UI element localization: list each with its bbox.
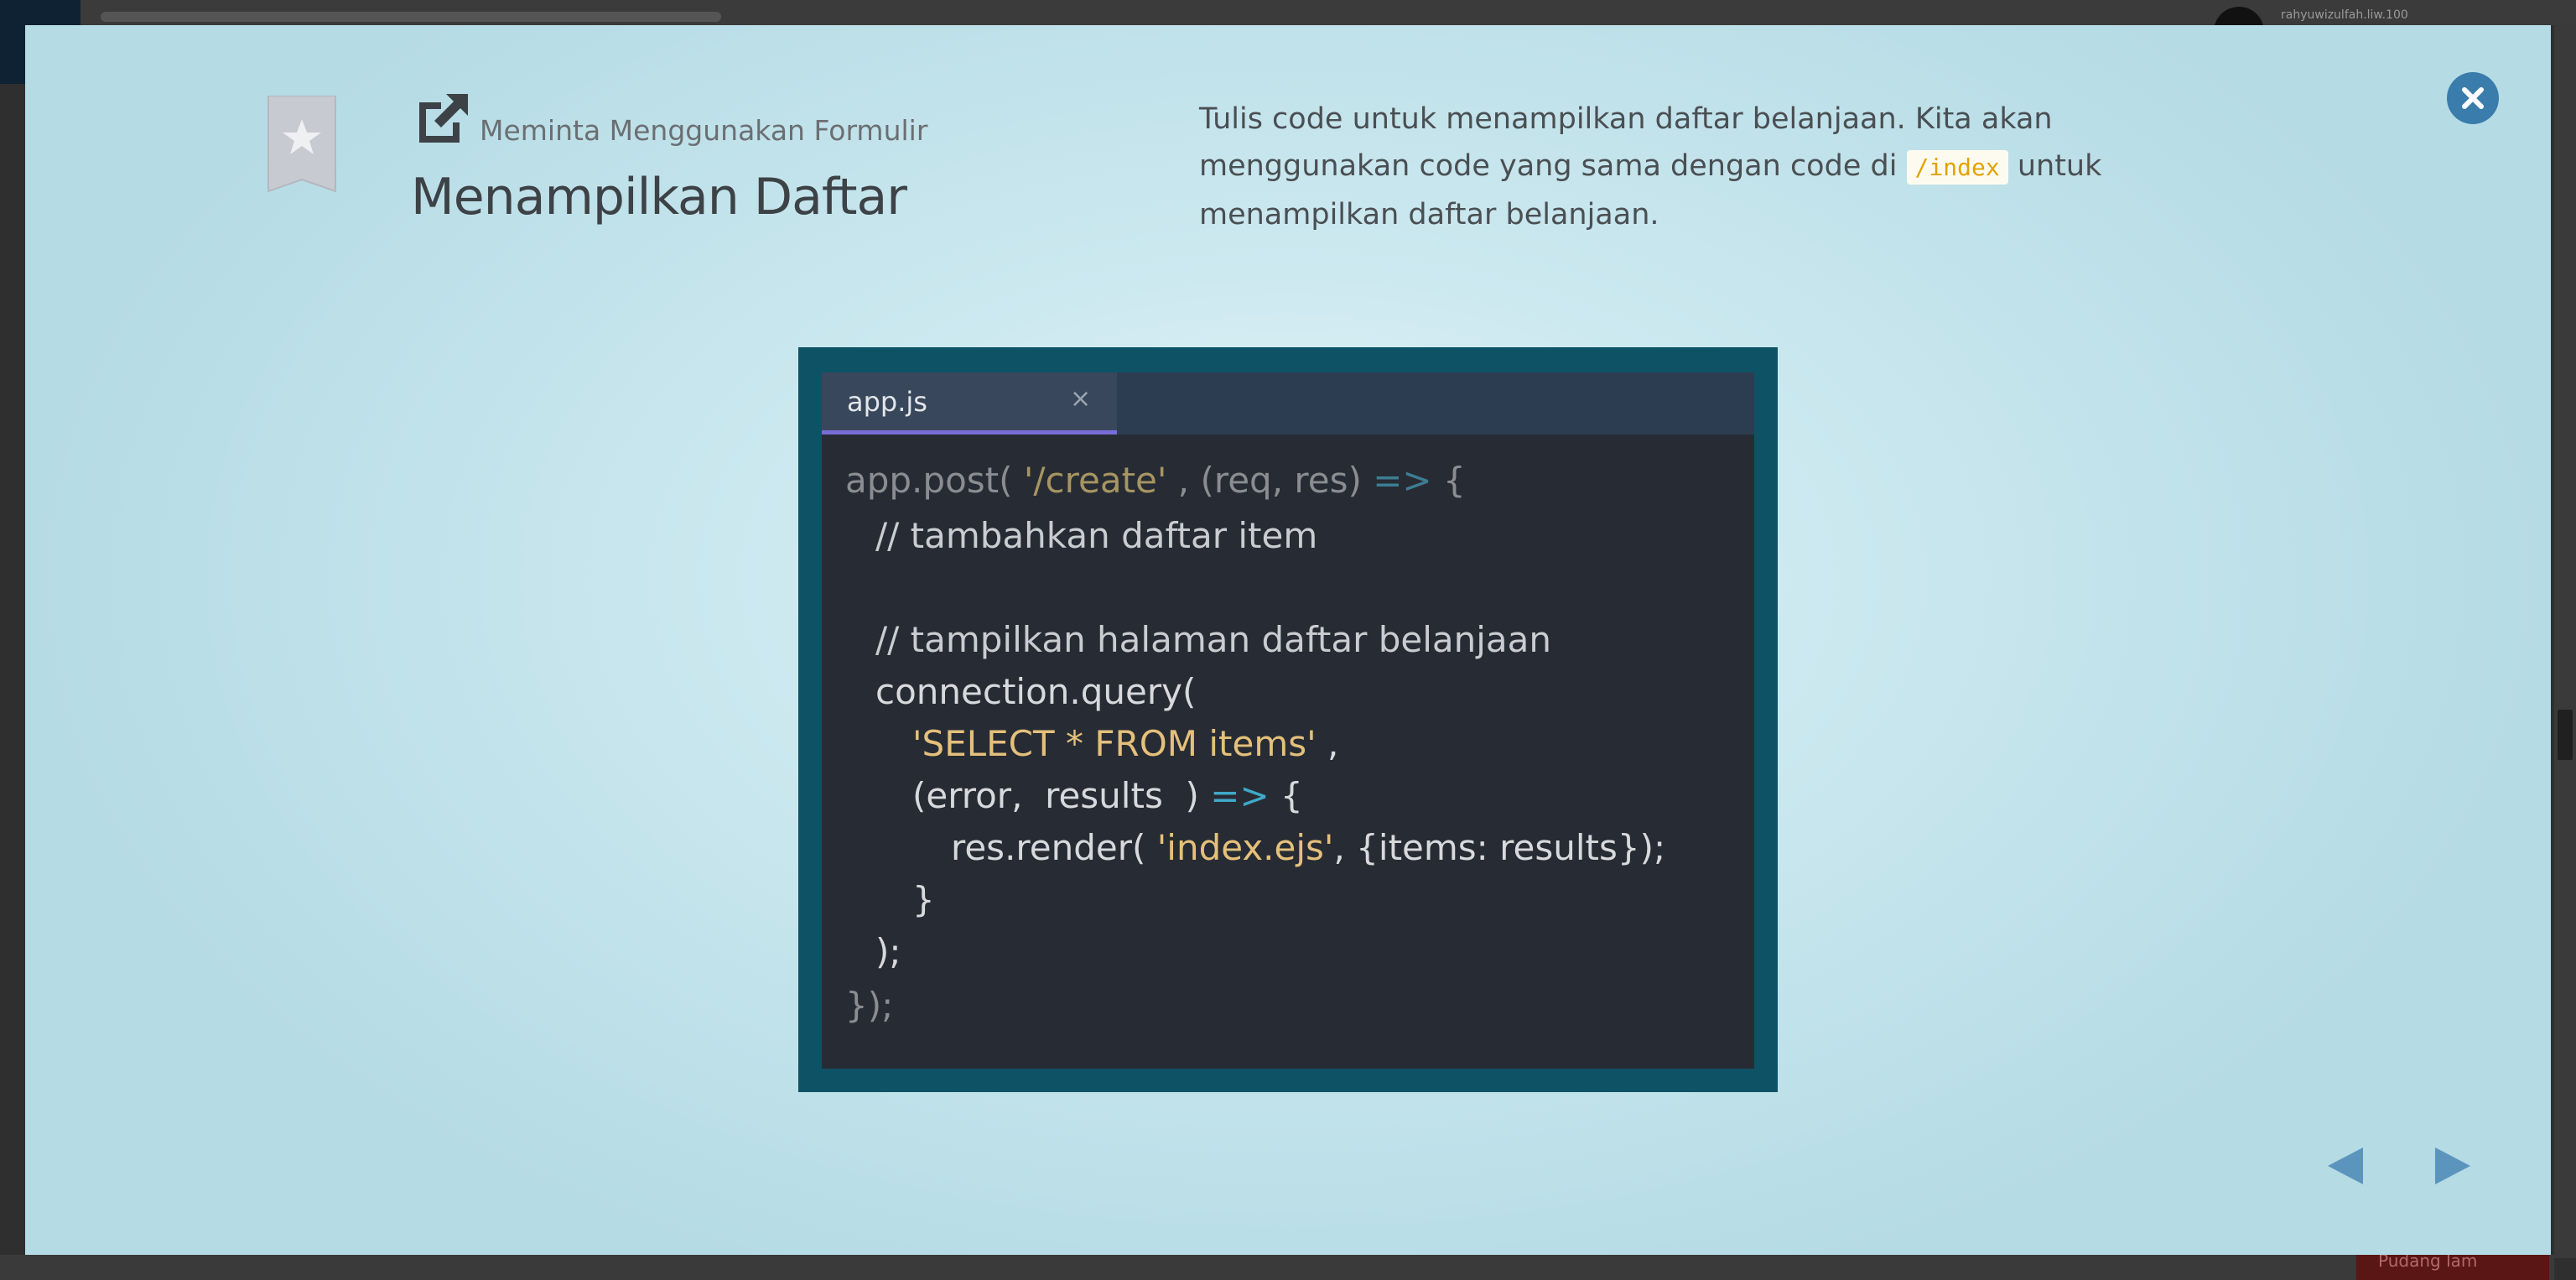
- arrow-left-icon[interactable]: [2323, 1141, 2373, 1191]
- code-tab-label: app.js: [847, 386, 927, 418]
- lesson-subtitle: Meminta Menggunakan Formulir: [480, 114, 928, 147]
- background-scrollbar: [2554, 25, 2576, 1258]
- code-line-7: res.render( 'index.ejs', {items: results…: [951, 827, 1666, 868]
- background-bottom-bar: [0, 1255, 2554, 1280]
- background-user-label: rahyuwizulfah.liw.100: [2281, 8, 2408, 22]
- close-button[interactable]: [2447, 72, 2499, 124]
- lesson-modal: Meminta Menggunakan Formulir Menampilkan…: [25, 25, 2551, 1255]
- code-body: app.post( '/create' , (req, res) => { //…: [822, 434, 1754, 1069]
- code-editor-frame: app.js × app.post( '/create' , (req, res…: [798, 347, 1778, 1092]
- code-line-5: 'SELECT * FROM items' ,: [912, 723, 1339, 764]
- code-tab-close-icon: ×: [1070, 384, 1092, 414]
- code-line-3: // tampilkan halaman daftar belanjaan: [875, 619, 1551, 660]
- code-line-6: (error, results ) => {: [912, 775, 1303, 816]
- code-line-1: app.post( '/create' , (req, res) => {: [845, 460, 1466, 501]
- code-line-8: }: [912, 879, 935, 920]
- code-tab-app-js: app.js ×: [822, 372, 1117, 434]
- close-icon: [2462, 87, 2484, 109]
- lesson-title: Menampilkan Daftar: [411, 168, 907, 226]
- lesson-description: Tulis code untuk menampilkan daftar bela…: [1199, 96, 2138, 238]
- arrow-right-icon[interactable]: [2425, 1141, 2475, 1191]
- code-tab-bar: app.js ×: [822, 372, 1754, 434]
- code-line-9: );: [875, 931, 901, 972]
- code-line-2: // tambahkan daftar item: [875, 515, 1318, 556]
- external-link-icon: [419, 94, 468, 143]
- background-search-bar: [101, 12, 721, 22]
- description-inline-code: /index: [1906, 150, 2008, 185]
- background-scroll-thumb: [2558, 710, 2573, 760]
- code-line-10: });: [845, 985, 894, 1026]
- bookmark-star-icon[interactable]: [267, 96, 337, 193]
- code-line-4: connection.query(: [875, 671, 1197, 712]
